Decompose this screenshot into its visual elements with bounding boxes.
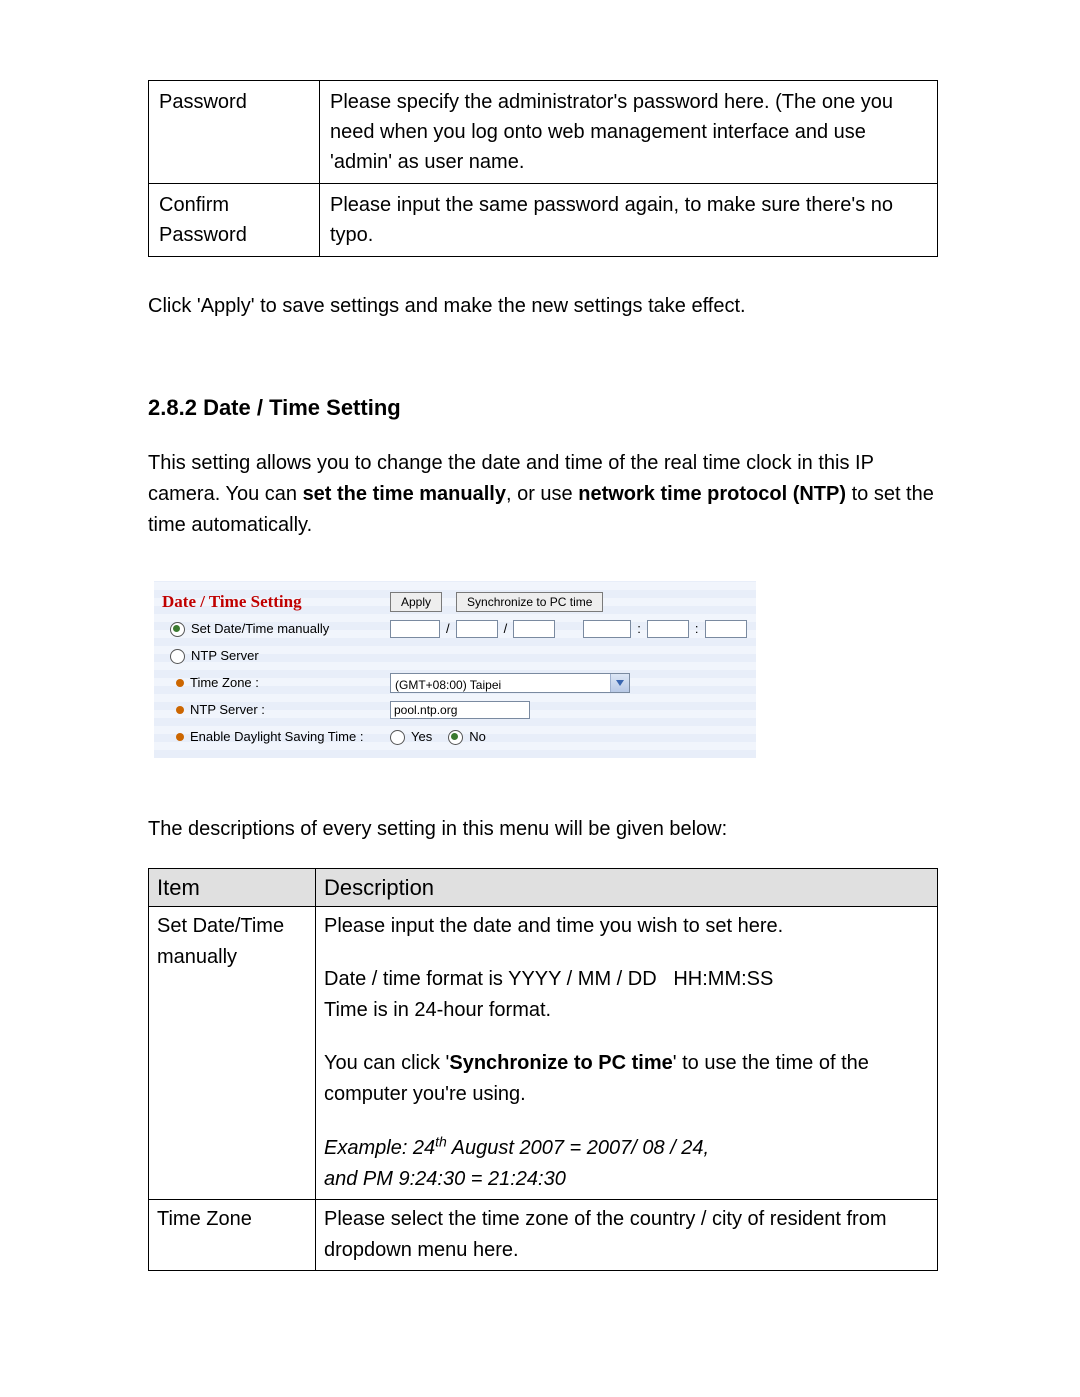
ntp-server-radio-label: NTP Server <box>191 646 259 666</box>
col-item: Item <box>149 868 316 906</box>
txt: Please input the date and time you wish … <box>324 915 783 937</box>
ntp-server-input[interactable] <box>390 701 530 719</box>
txt: August 2007 = 2007/ 08 / 24, <box>447 1137 709 1159</box>
dst-no-radio[interactable] <box>448 730 463 745</box>
panel-title: Date / Time Setting <box>162 589 302 615</box>
intro-text-2: , or use <box>506 483 578 505</box>
section-heading: 2.8.2 Date / Time Setting <box>148 391 938 424</box>
time-sep-2: : <box>693 619 701 639</box>
col-description: Description <box>316 868 938 906</box>
txt: Example: 24 <box>324 1137 435 1159</box>
manual-label: Set Date/Time manually <box>191 619 329 639</box>
txt: Time is in 24-hour format. <box>324 999 551 1021</box>
apply-sentence: Click 'Apply' to save settings and make … <box>148 291 938 321</box>
second-input[interactable] <box>705 620 747 638</box>
bullet-icon <box>176 679 184 687</box>
datetime-panel: Date / Time Setting Apply Synchronize to… <box>154 581 756 758</box>
descriptions-lead: The descriptions of every setting in thi… <box>148 814 938 844</box>
row-set-datetime-label: Set Date/Time manually <box>149 906 316 1200</box>
date-sep-1: / <box>444 619 452 639</box>
row-time-zone-desc: Please select the time zone of the count… <box>316 1200 938 1271</box>
intro-bold-1: set the time manually <box>303 483 506 505</box>
settings-table: Item Description Set Date/Time manually … <box>148 868 938 1272</box>
date-sep-2: / <box>502 619 510 639</box>
confirm-password-label: Confirm Password <box>149 184 320 257</box>
year-input[interactable] <box>390 620 440 638</box>
row-time-zone-label: Time Zone <box>149 1200 316 1271</box>
confirm-password-desc: Please input the same password again, to… <box>320 184 938 257</box>
chevron-down-icon <box>610 674 629 692</box>
ordinal-sup: th <box>435 1134 447 1150</box>
example-line-2: and PM 9:24:30 = 21:24:30 <box>324 1168 566 1190</box>
minute-input[interactable] <box>647 620 689 638</box>
time-sep-1: : <box>635 619 643 639</box>
intro-paragraph: This setting allows you to change the da… <box>148 448 938 541</box>
dst-no-label: No <box>469 727 486 747</box>
password-desc: Please specify the administrator's passw… <box>320 81 938 184</box>
txt: Date / time format is YYYY / MM / DD HH:… <box>324 968 773 990</box>
sync-pc-time-button[interactable]: Synchronize to PC time <box>456 592 603 612</box>
sync-bold: Synchronize to PC time <box>449 1052 672 1074</box>
section-number: 2.8.2 <box>148 395 197 420</box>
example-line-1: Example: 24th August 2007 = 2007/ 08 / 2… <box>324 1137 709 1159</box>
manual-radio[interactable] <box>170 622 185 637</box>
time-zone-select[interactable]: (GMT+08:00) Taipei <box>390 673 630 693</box>
hour-input[interactable] <box>583 620 631 638</box>
section-title: Date / Time Setting <box>203 395 401 420</box>
time-zone-label: Time Zone : <box>190 673 259 693</box>
month-input[interactable] <box>456 620 498 638</box>
bullet-icon <box>176 706 184 714</box>
ntp-server-field-label: NTP Server : <box>190 700 265 720</box>
password-table: Password Please specify the administrato… <box>148 80 938 257</box>
password-label: Password <box>149 81 320 184</box>
apply-button[interactable]: Apply <box>390 592 442 612</box>
row-set-datetime-desc: Please input the date and time you wish … <box>316 906 938 1200</box>
dst-label: Enable Daylight Saving Time : <box>190 727 363 747</box>
intro-bold-2: network time protocol (NTP) <box>578 483 846 505</box>
time-zone-value: (GMT+08:00) Taipei <box>391 674 610 692</box>
dst-yes-radio[interactable] <box>390 730 405 745</box>
ntp-server-radio[interactable] <box>170 649 185 664</box>
dst-yes-label: Yes <box>411 727 432 747</box>
bullet-icon <box>176 733 184 741</box>
txt: You can click ' <box>324 1052 449 1074</box>
day-input[interactable] <box>513 620 555 638</box>
